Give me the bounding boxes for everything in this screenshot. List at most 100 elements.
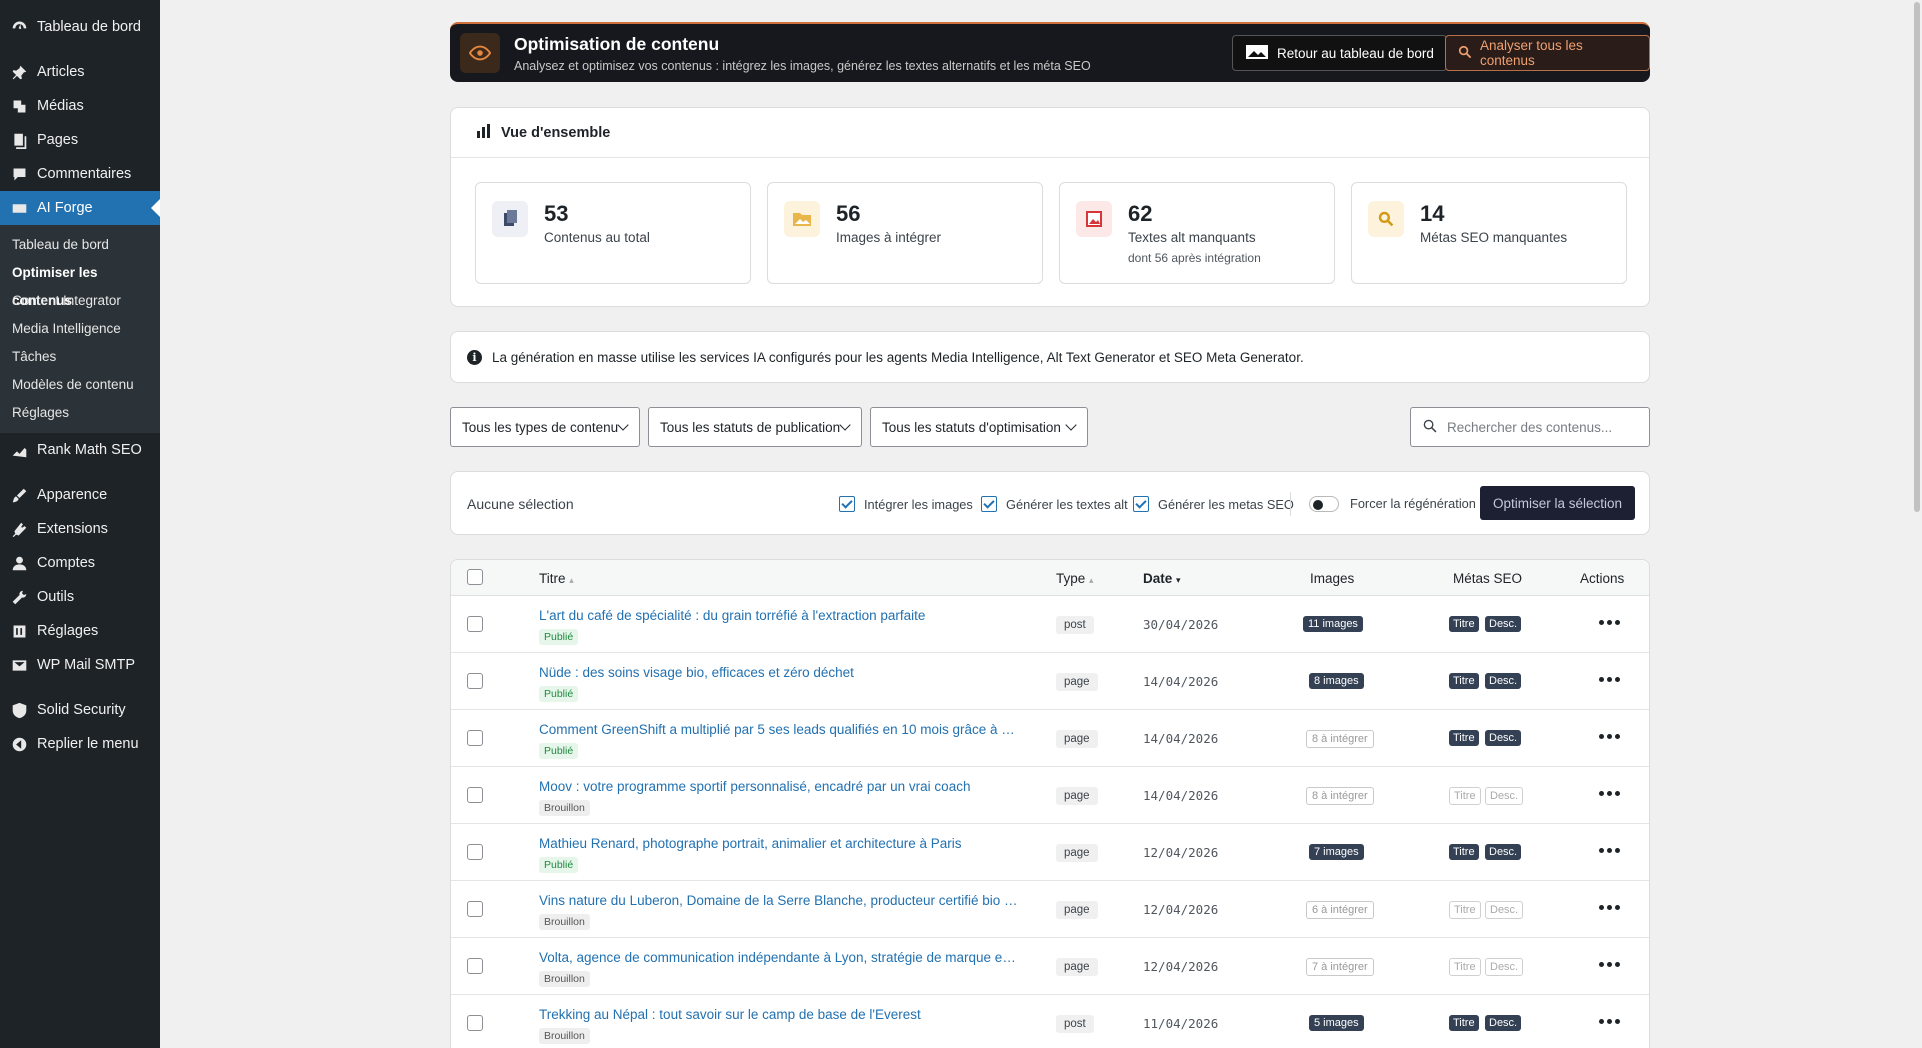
chevron-down-icon [1065, 419, 1077, 431]
content-title-link[interactable]: Vins nature du Luberon, Domaine de la Se… [539, 893, 1019, 908]
force-regeneration-toggle[interactable] [1309, 496, 1339, 512]
menu-solid-security[interactable]: Solid Security [0, 693, 160, 727]
status-badge: Brouillon [539, 1028, 590, 1044]
stat-sublabel: dont 56 après intégration [1128, 251, 1261, 265]
menu-settings[interactable]: Réglages [0, 614, 160, 648]
search-input[interactable]: Rechercher des contenus... [1410, 407, 1650, 447]
chevron-down-icon [617, 419, 629, 431]
checkbox-checked[interactable] [839, 496, 855, 512]
dashboard-image-icon [1245, 44, 1269, 63]
meta-title-badge: Titre [1449, 787, 1481, 805]
content-title-link[interactable]: Trekking au Népal : tout savoir sur le c… [539, 1007, 921, 1022]
option-integrate-images[interactable]: Intégrer les images [839, 496, 973, 512]
col-title[interactable]: Titre ▴ [539, 571, 574, 586]
menu-dashboard[interactable]: Tableau de bord [0, 10, 160, 44]
submenu-media-intelligence[interactable]: Media Intelligence [0, 315, 160, 343]
status-badge: Brouillon [539, 971, 590, 987]
col-title-label: Titre [539, 571, 566, 586]
option-generate-alt[interactable]: Générer les textes alt [981, 496, 1128, 512]
select-all-checkbox[interactable] [467, 569, 483, 585]
menu-tools[interactable]: Outils [0, 580, 160, 614]
menu-label: Commentaires [37, 166, 132, 182]
menu-ai-forge[interactable]: AI Forge [0, 191, 160, 225]
filter-publication-status[interactable]: Tous les statuts de publication [648, 407, 862, 447]
mail-icon [10, 656, 28, 674]
menu-label: Comptes [37, 555, 96, 571]
menu-wp-mail-smtp[interactable]: WP Mail SMTP [0, 648, 160, 682]
menu-articles[interactable]: Articles [0, 55, 160, 89]
row-checkbox[interactable] [467, 958, 483, 974]
type-badge: page [1056, 730, 1098, 748]
submenu-tasks[interactable]: Tâches [0, 343, 160, 371]
images-badge: 7 à intégrer [1306, 958, 1374, 976]
menu-rank-math[interactable]: Rank Math SEO [0, 433, 160, 467]
more-actions-icon[interactable] [1599, 1019, 1620, 1024]
analyze-all-button[interactable]: Analyser tous les contenus [1445, 35, 1650, 71]
menu-label: Médias [37, 98, 84, 114]
meta-desc-badge: Desc. [1485, 901, 1524, 919]
page-scrollbar[interactable] [1912, 0, 1922, 1048]
more-actions-icon[interactable] [1599, 848, 1620, 853]
more-actions-icon[interactable] [1599, 677, 1620, 682]
more-actions-icon[interactable] [1599, 620, 1620, 625]
menu-pages[interactable]: Pages [0, 123, 160, 157]
col-date-label: Date [1143, 571, 1173, 586]
overview-card: Vue d'ensemble 53 Contenus au total 56 I… [450, 107, 1650, 307]
type-badge: page [1056, 844, 1098, 862]
filter-content-type[interactable]: Tous les types de contenu [450, 407, 640, 447]
row-checkbox[interactable] [467, 730, 483, 746]
menu-collapse[interactable]: Replier le menu [0, 727, 160, 761]
content-title-link[interactable]: Comment GreenShift a multiplié par 5 ses… [539, 722, 1019, 737]
rank-math-icon [10, 441, 28, 459]
meta-desc-badge: Desc. [1485, 1015, 1522, 1031]
menu-accounts[interactable]: Comptes [0, 546, 160, 580]
col-date[interactable]: Date ▾ [1143, 571, 1181, 586]
page-title: Optimisation de contenu [514, 33, 720, 54]
stat-value: 56 [836, 201, 861, 226]
brush-icon [10, 486, 28, 504]
stat-total-contents: 53 Contenus au total [475, 182, 751, 284]
filter-optimization-status[interactable]: Tous les statuts d'optimisation [870, 407, 1088, 447]
content-title-link[interactable]: Nüde : des soins visage bio, efficaces e… [539, 665, 854, 680]
menu-extensions[interactable]: Extensions [0, 512, 160, 546]
menu-appearance[interactable]: Apparence [0, 478, 160, 512]
menu-comments[interactable]: Commentaires [0, 157, 160, 191]
status-badge: Publié [539, 686, 579, 702]
col-actions: Actions [1580, 571, 1625, 586]
submenu-content-integrator[interactable]: Content Integrator [0, 287, 160, 315]
menu-medias[interactable]: Médias [0, 89, 160, 123]
back-to-dashboard-button[interactable]: Retour au tableau de bord [1232, 35, 1447, 71]
more-actions-icon[interactable] [1599, 791, 1620, 796]
submenu-dashboard[interactable]: Tableau de bord [0, 231, 160, 259]
more-actions-icon[interactable] [1599, 734, 1620, 739]
option-generate-meta[interactable]: Générer les metas SEO [1133, 496, 1294, 512]
more-actions-icon[interactable] [1599, 962, 1620, 967]
scrollbar-thumb[interactable] [1914, 2, 1920, 512]
row-checkbox[interactable] [467, 844, 483, 860]
table-row: Mathieu Renard, photographe portrait, an… [451, 824, 1649, 881]
table-row: L'art du café de spécialité : du grain t… [451, 596, 1649, 653]
row-checkbox[interactable] [467, 901, 483, 917]
meta-title-badge: Titre [1449, 730, 1479, 746]
stat-label: Textes alt manquants [1128, 230, 1256, 245]
type-badge: post [1056, 616, 1094, 634]
optimize-selection-button[interactable]: Optimiser la sélection [1480, 486, 1635, 520]
checkbox-checked[interactable] [981, 496, 997, 512]
col-type[interactable]: Type ▴ [1056, 571, 1094, 586]
stat-value: 14 [1420, 201, 1445, 226]
submenu-optimize[interactable]: Optimiser les contenus [0, 259, 160, 308]
row-checkbox[interactable] [467, 1015, 483, 1031]
checkbox-checked[interactable] [1133, 496, 1149, 512]
submenu-templates[interactable]: Modèles de contenu [0, 371, 160, 399]
row-checkbox[interactable] [467, 787, 483, 803]
content-title-link[interactable]: L'art du café de spécialité : du grain t… [539, 608, 925, 623]
submenu-settings[interactable]: Réglages [0, 399, 160, 427]
row-checkbox[interactable] [467, 673, 483, 689]
content-title-link[interactable]: Mathieu Renard, photographe portrait, an… [539, 836, 961, 851]
row-checkbox[interactable] [467, 616, 483, 632]
menu-label: Solid Security [37, 702, 126, 718]
content-title-link[interactable]: Volta, agence de communication indépenda… [539, 950, 1019, 965]
more-actions-icon[interactable] [1599, 905, 1620, 910]
info-icon: i [467, 349, 482, 365]
content-title-link[interactable]: Moov : votre programme sportif personnal… [539, 779, 970, 794]
